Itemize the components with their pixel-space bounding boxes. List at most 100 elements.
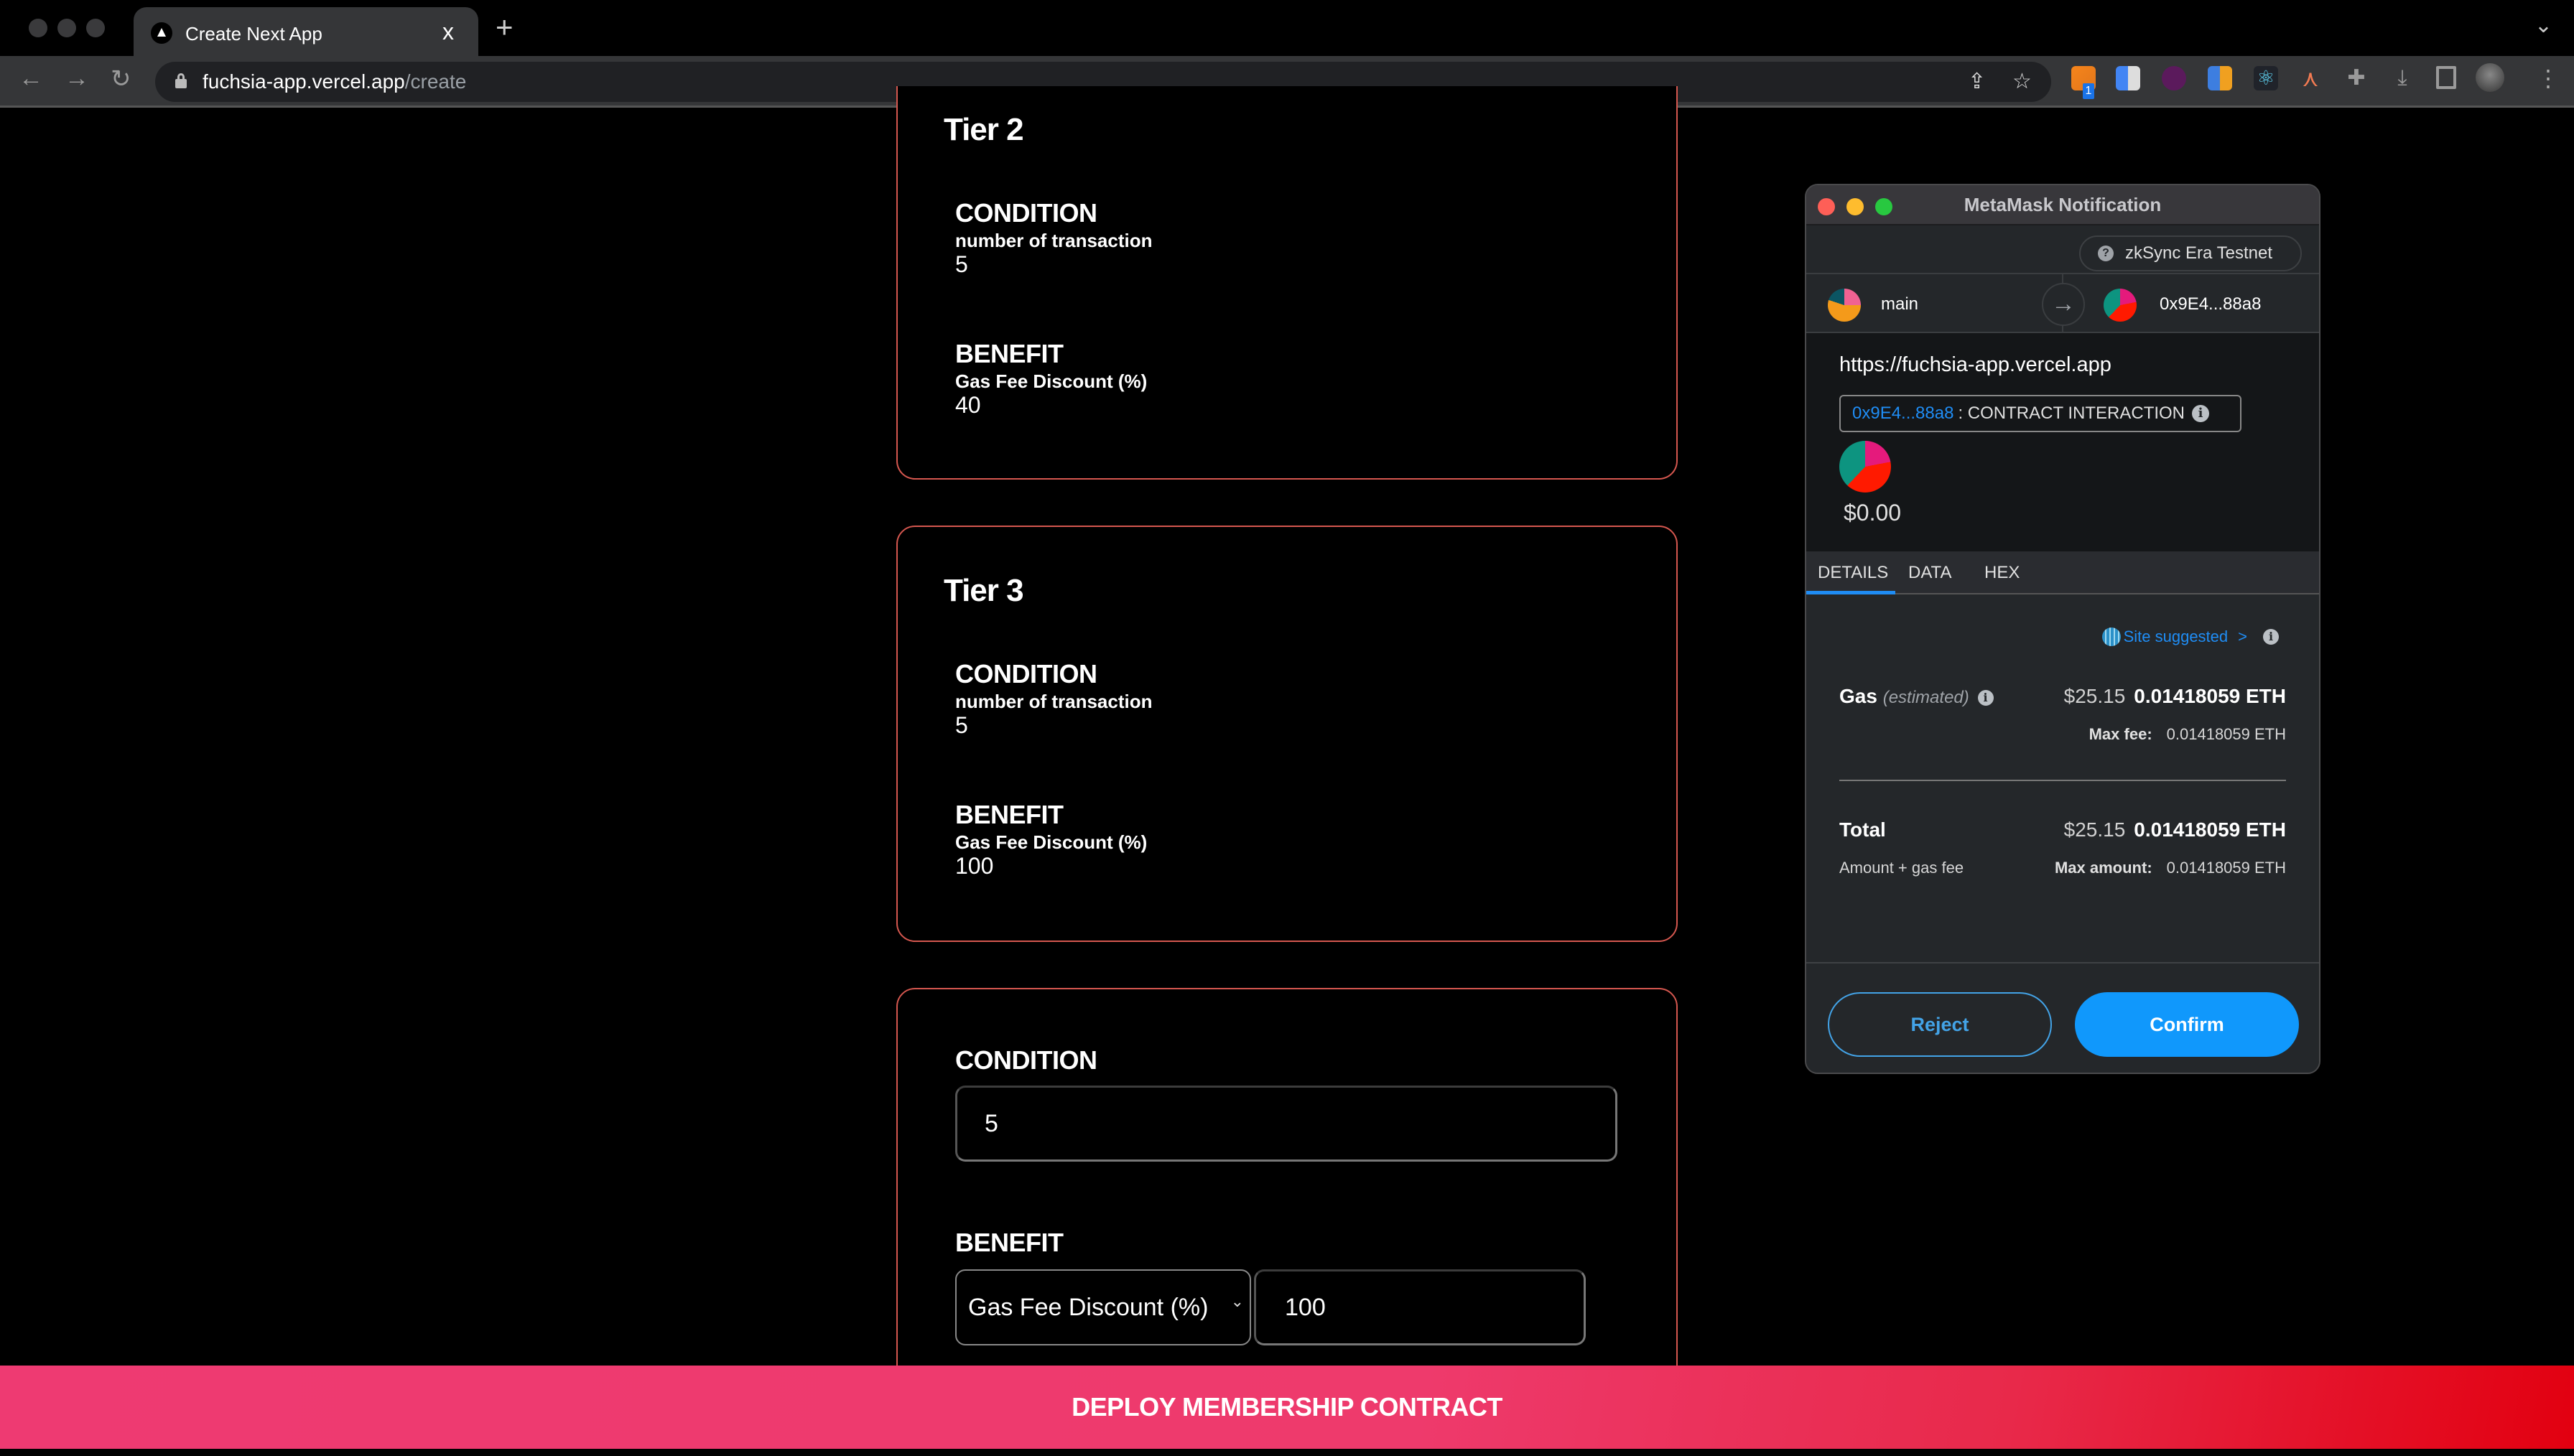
window-minimize-dot[interactable] [57,19,76,37]
side-panel-icon[interactable] [2436,66,2456,89]
url-text[interactable]: fuchsia-app.vercel.app/create [203,70,466,93]
share-icon[interactable]: ⇪ [1968,69,1986,94]
window-zoom-dot[interactable] [86,19,105,37]
benefit-value-input[interactable]: 100 [1254,1269,1586,1345]
browser-tabstrip: Create Next App x + ⌄ [0,0,2574,56]
google-translate-icon[interactable] [2116,66,2140,90]
network-selector[interactable]: ? zkSync Era Testnet [2079,235,2302,271]
account-row: main → 0x9E4...88a8 [1806,274,2319,333]
benefit-type-select[interactable]: Gas Fee Discount (%) ⌄ [955,1269,1251,1345]
profile-avatar[interactable] [2476,63,2504,92]
contract-avatar [1839,441,1891,493]
globe-icon [2101,627,2121,646]
benefit-type: Gas Fee Discount (%) [955,831,1148,853]
nextjs-favicon-icon [151,22,172,44]
total-sublabel: Amount + gas fee [1839,859,1964,877]
tab-title: Create Next App [185,23,322,45]
condition-value: 5 [955,251,968,277]
benefit-heading: BENEFIT [955,339,1064,368]
contract-address-link[interactable]: 0x9E4...88a8 [1852,403,1953,424]
sign-extension-icon[interactable] [2162,66,2186,90]
from-account-avatar [1828,289,1861,322]
total-eth: 0.01418059 ETH [2134,818,2286,841]
metamask-badge: 1 [2083,83,2094,99]
benefit-value: 40 [955,392,981,418]
browser-tab-active[interactable]: Create Next App x [134,7,478,56]
forward-button[interactable]: → [65,65,89,93]
new-tab-button[interactable]: + [496,10,514,45]
info-icon[interactable]: i [2192,405,2210,422]
tier-title: Tier 3 [944,573,1024,608]
contract-interaction-label: : CONTRACT INTERACTION [1958,403,2185,423]
site-suggested-label: Site suggested [2123,627,2229,645]
reject-button[interactable]: Reject [1828,992,2052,1057]
info-icon[interactable]: i [2263,629,2279,645]
active-tab-indicator [1806,591,1895,594]
benefit-value: 100 [955,853,994,879]
max-fee-label: Max fee: [2089,725,2152,743]
window-close-dot[interactable] [29,19,47,37]
condition-type: number of transaction [955,230,1153,251]
bookmark-star-icon[interactable]: ☆ [2012,69,2032,94]
gas-usd: $25.15 [2063,685,2126,707]
extensions-puzzle-icon[interactable]: ✚ [2344,66,2369,90]
total-value: $25.15 0.01418059 ETH [2064,818,2286,841]
max-amount-row: Max amount: 0.01418059 ETH [2055,859,2286,877]
gas-details: Site suggested > i Gas (estimated) i $25… [1806,596,2319,919]
tab-details[interactable]: DETAILS [1818,563,1888,583]
arrow-right-icon: → [2042,283,2085,326]
benefit-heading: BENEFIT [955,800,1064,829]
chevron-right-icon: > [2238,627,2247,645]
network-name: zkSync Era Testnet [2125,243,2272,263]
network-unknown-icon: ? [2098,246,2114,261]
popup-title: MetaMask Notification [1964,194,2162,215]
condition-heading: CONDITION [955,659,1097,689]
brain-extension-icon[interactable] [2208,66,2232,90]
benefit-select-value: Gas Fee Discount (%) [968,1293,1209,1321]
condition-value: 5 [955,712,968,738]
network-row: ? zkSync Era Testnet [1806,225,2319,274]
benefit-type: Gas Fee Discount (%) [955,370,1148,392]
lock-icon[interactable] [175,73,187,88]
gas-fee-value: $25.15 0.01418059 ETH [2064,685,2286,708]
tier-card-3: Tier 3 CONDITION number of transaction 5… [896,526,1678,942]
max-amount-label: Max amount: [2054,859,2152,877]
total-label: Total [1839,818,1886,841]
condition-input[interactable]: 5 [955,1086,1617,1162]
transaction-amount: $0.00 [1844,500,1902,526]
details-tabs: DETAILS DATA HEX [1806,551,2319,594]
metamask-titlebar: MetaMask Notification [1806,185,2319,225]
tab-search-chevron-icon[interactable]: ⌄ [2534,13,2552,38]
condition-heading: CONDITION [955,1045,1097,1075]
condition-heading: CONDITION [955,198,1097,228]
react-devtools-icon[interactable]: ⚛ [2254,66,2278,90]
downloads-icon[interactable]: ⤓ [2390,66,2415,90]
details-divider [1839,780,2286,781]
site-suggested-link[interactable]: Site suggested > i [2101,627,2279,646]
to-account-avatar [2104,289,2137,322]
gas-estimated-label: (estimated) [1882,688,1969,707]
from-account-name[interactable]: main [1881,294,1918,314]
max-fee-row: Max fee: 0.01418059 ETH [2089,725,2286,744]
browser-menu-icon[interactable]: ⋮ [2537,65,2560,92]
tab-data[interactable]: DATA [1908,563,1951,583]
transaction-origin: https://fuchsia-app.vercel.app 0x9E4...8… [1806,333,2319,551]
origin-url: https://fuchsia-app.vercel.app [1839,353,2111,376]
to-account-address[interactable]: 0x9E4...88a8 [2160,294,2261,314]
contract-interaction-badge: 0x9E4...88a8 : CONTRACT INTERACTION i [1839,395,2241,432]
benefit-heading: BENEFIT [955,1228,1064,1257]
max-amount-value: 0.01418059 ETH [2166,859,2286,877]
tab-hex[interactable]: HEX [1984,563,2020,583]
tier-title: Tier 2 [944,112,1024,147]
tab-close-icon[interactable]: x [442,19,454,45]
back-button[interactable]: ← [19,65,43,93]
confirm-button[interactable]: Confirm [2075,992,2299,1057]
metamask-popup: MetaMask Notification ? zkSync Era Testn… [1805,184,2320,1074]
ai-extension-icon[interactable]: ⋏ [2298,66,2323,90]
deploy-contract-button[interactable]: DEPLOY MEMBERSHIP CONTRACT [0,1366,2574,1449]
gas-eth: 0.01418059 ETH [2134,685,2286,707]
chevron-down-icon: ⌄ [1230,1292,1244,1310]
reload-button[interactable]: ↻ [111,65,131,93]
tier-card-2: Tier 2 CONDITION number of transaction 5… [896,86,1678,480]
info-icon[interactable]: i [1977,690,1994,706]
